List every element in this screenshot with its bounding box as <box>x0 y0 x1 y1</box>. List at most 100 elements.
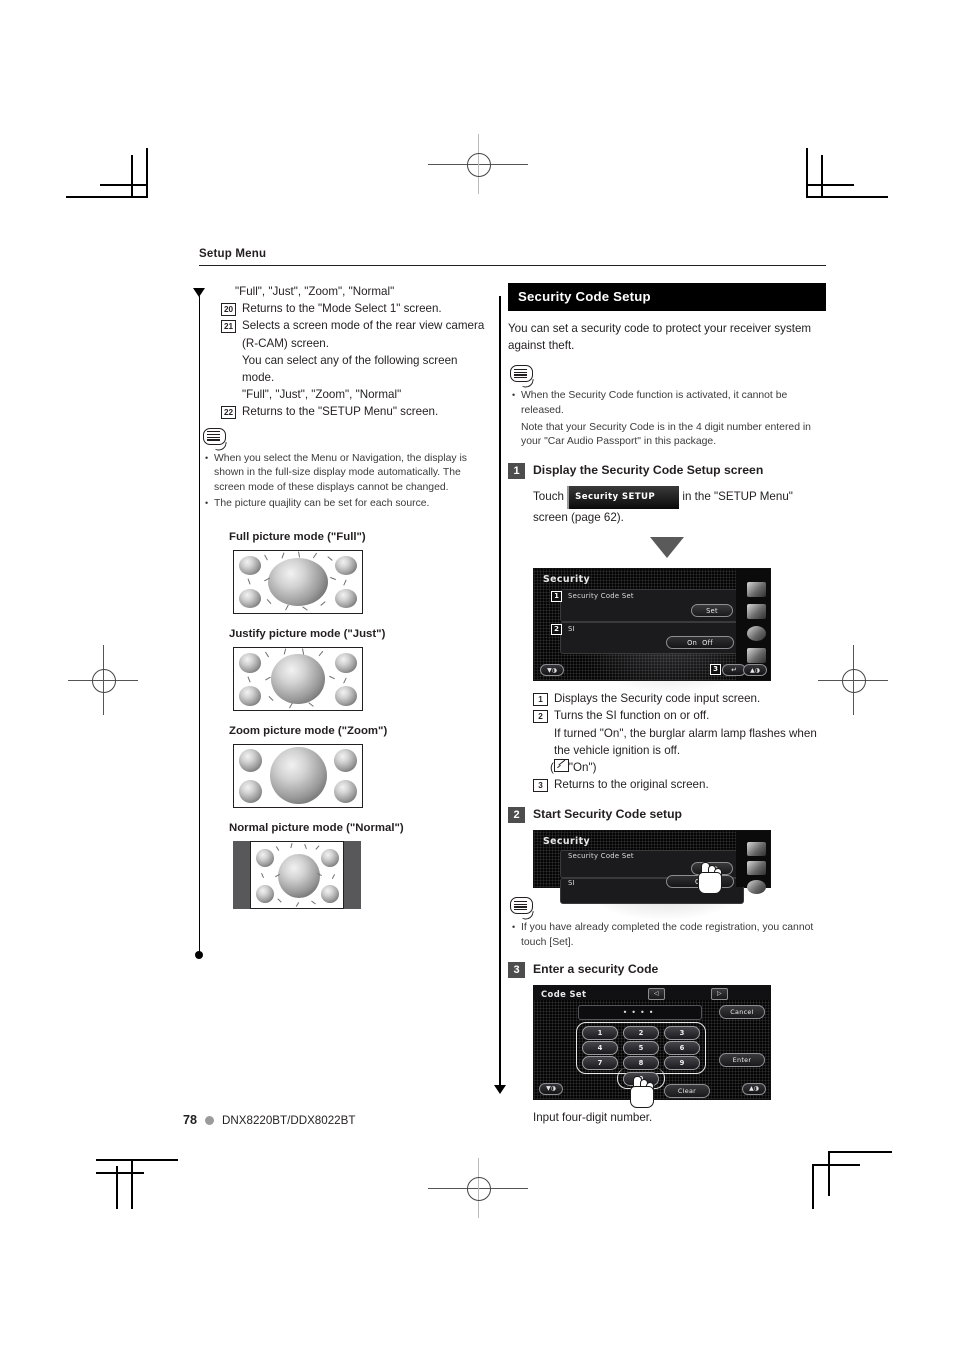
right-flow-arrow-bottom <box>493 1085 506 1094</box>
step-1-callouts: 1 Displays the Security code input scree… <box>533 690 826 793</box>
figure-zoom-ball-tl <box>239 749 262 772</box>
figure-just-center-ball <box>271 654 325 704</box>
left-flow-enddot <box>195 951 203 959</box>
enter-button[interactable]: Enter <box>719 1052 765 1067</box>
si-label-2: SI <box>568 879 575 888</box>
figure-normal-screen <box>233 841 361 909</box>
step-2-notes: If you have already completed the code r… <box>510 920 826 950</box>
figure-normal-left-bar <box>233 841 250 909</box>
figure-zoom-ball-tr <box>334 749 357 772</box>
figure-just: Justify picture mode ("Just") <box>229 628 489 711</box>
step-1-touch-instruction: Touch Security SETUP in the "SETUP Menu"… <box>533 485 826 526</box>
model-name: DNX8220BT/DDX8022BT <box>222 1113 356 1127</box>
key-5[interactable]: 5 <box>623 1040 659 1055</box>
si-off-option[interactable]: Off <box>702 639 713 647</box>
marker-2: 2 <box>551 624 562 636</box>
ref-number-20: 20 <box>221 302 236 316</box>
source-icon-tv[interactable] <box>747 582 766 598</box>
page-header: Setup Menu <box>199 248 826 266</box>
figure-zoom: Zoom picture mode ("Zoom") <box>229 725 489 808</box>
figure-full-ball-br <box>335 589 357 608</box>
figure-just-ball-bl <box>239 686 261 706</box>
left-notes-list: When you select the Menu or Navigation, … <box>203 451 489 512</box>
si-label: SI <box>568 625 575 634</box>
prev-arrow-button[interactable]: ◁ <box>648 987 665 1000</box>
cancel-button[interactable]: Cancel <box>719 1004 765 1019</box>
volume-down-button[interactable]: ▼◑ <box>540 664 564 677</box>
figure-zoom-title: Zoom picture mode ("Zoom") <box>229 725 388 737</box>
figure-normal-ball-br <box>321 885 339 903</box>
volume-down-button-3[interactable]: ▼◑ <box>539 1082 563 1095</box>
code-set-screen: Code Set ◁ ▷ •••• Cancel 1 2 3 4 5 6 7 8… <box>533 984 771 1108</box>
key-6[interactable]: 6 <box>664 1040 700 1055</box>
security-code-set-label-2: Security Code Set <box>568 852 634 861</box>
callout-number-3: 3 <box>533 778 548 792</box>
callout-text-3: Returns to the original screen. <box>554 778 709 792</box>
pencil-default-icon <box>553 759 569 772</box>
key-1[interactable]: 1 <box>582 1025 618 1040</box>
note-bubble-icon <box>203 427 229 452</box>
source-icon-tuner[interactable] <box>747 648 766 664</box>
security-code-set-label: Security Code Set <box>568 592 634 601</box>
page-number: 78 <box>183 1113 198 1127</box>
marker-1: 1 <box>551 591 562 603</box>
source-icon-disc-2[interactable] <box>747 880 766 895</box>
figure-normal-title: Normal picture mode ("Normal") <box>229 822 404 834</box>
figure-zoom-center-ball <box>270 747 327 804</box>
figure-normal-ball-tr <box>321 849 339 867</box>
ref-text-21: Selects a screen mode of the rear view c… <box>242 319 485 402</box>
source-icon-tv-2[interactable] <box>747 842 766 857</box>
figure-full-ball-tl <box>239 556 261 575</box>
figure-full-ball-tr <box>335 556 357 575</box>
step-3-title: Enter a security Code <box>533 961 659 976</box>
header-rule <box>199 265 826 266</box>
security-screen-2: Security Security Code Set Set SI On <box>533 830 771 922</box>
key-7[interactable]: 7 <box>582 1055 618 1070</box>
note-bubble-icon <box>510 365 536 390</box>
section-heading-security-code-setup: Security Code Setup <box>508 283 826 311</box>
ref-text-20: Returns to the "Mode Select 1" screen. <box>242 302 442 316</box>
figure-just-title: Justify picture mode ("Just") <box>229 628 386 640</box>
source-icon-camera[interactable] <box>747 604 766 620</box>
step-1-title: Display the Security Code Setup screen <box>533 462 764 477</box>
security-screen-title: Security <box>543 574 590 586</box>
left-item-20: 20 Returns to the "Mode Select 1" screen… <box>221 300 489 317</box>
figure-normal-right-bar <box>344 841 361 909</box>
left-item-21: 21 Selects a screen mode of the rear vie… <box>221 317 489 403</box>
security-screen-2-title: Security <box>543 836 590 848</box>
volume-up-button-3[interactable]: ▲◑ <box>742 1082 766 1095</box>
set-button[interactable]: Set <box>691 604 733 618</box>
security-setup-chip[interactable]: Security SETUP <box>567 485 680 509</box>
key-4[interactable]: 4 <box>582 1040 618 1055</box>
marker-3: 3 <box>710 664 721 676</box>
step-2-note-1: If you have already completed the code r… <box>510 920 826 950</box>
key-9[interactable]: 9 <box>664 1055 700 1070</box>
figure-just-ball-br <box>335 686 357 706</box>
ref-text-22: Returns to the "SETUP Menu" screen. <box>242 405 439 419</box>
page-header-title: Setup Menu <box>199 248 267 260</box>
volume-up-button[interactable]: ▲◑ <box>743 664 767 677</box>
step-3-number: 3 <box>508 961 525 978</box>
right-flow-line <box>499 296 501 1086</box>
figure-just-screen <box>233 647 363 711</box>
figure-normal-ball-tl <box>256 849 274 867</box>
left-note-2: The picture quajlity can be set for each… <box>203 496 489 512</box>
figure-normal-ball-bl <box>256 885 274 903</box>
key-3[interactable]: 3 <box>664 1025 700 1040</box>
figure-normal: Normal picture mode ("Normal") <box>229 822 489 909</box>
source-icon-camera-2[interactable] <box>747 861 766 876</box>
clear-button[interactable]: Clear <box>664 1083 710 1098</box>
callout-number-2: 2 <box>533 709 548 723</box>
si-on-option[interactable]: On <box>687 639 697 647</box>
left-item-22: 22 Returns to the "SETUP Menu" screen. <box>221 403 489 420</box>
key-2[interactable]: 2 <box>623 1025 659 1040</box>
next-arrow-button[interactable]: ▷ <box>711 987 728 1000</box>
ref-number-21: 21 <box>221 319 236 333</box>
flow-arrow-down <box>650 537 684 559</box>
figure-zoom-ball-bl <box>239 780 262 803</box>
step-2-heading: 2 Start Security Code setup <box>508 807 826 824</box>
si-on-off-toggle[interactable]: On Off <box>666 636 734 650</box>
figure-full-ball-bl <box>239 589 261 608</box>
figure-just-ball-tl <box>239 653 261 673</box>
right-notes-list-1: When the Security Code function is activ… <box>510 388 826 449</box>
